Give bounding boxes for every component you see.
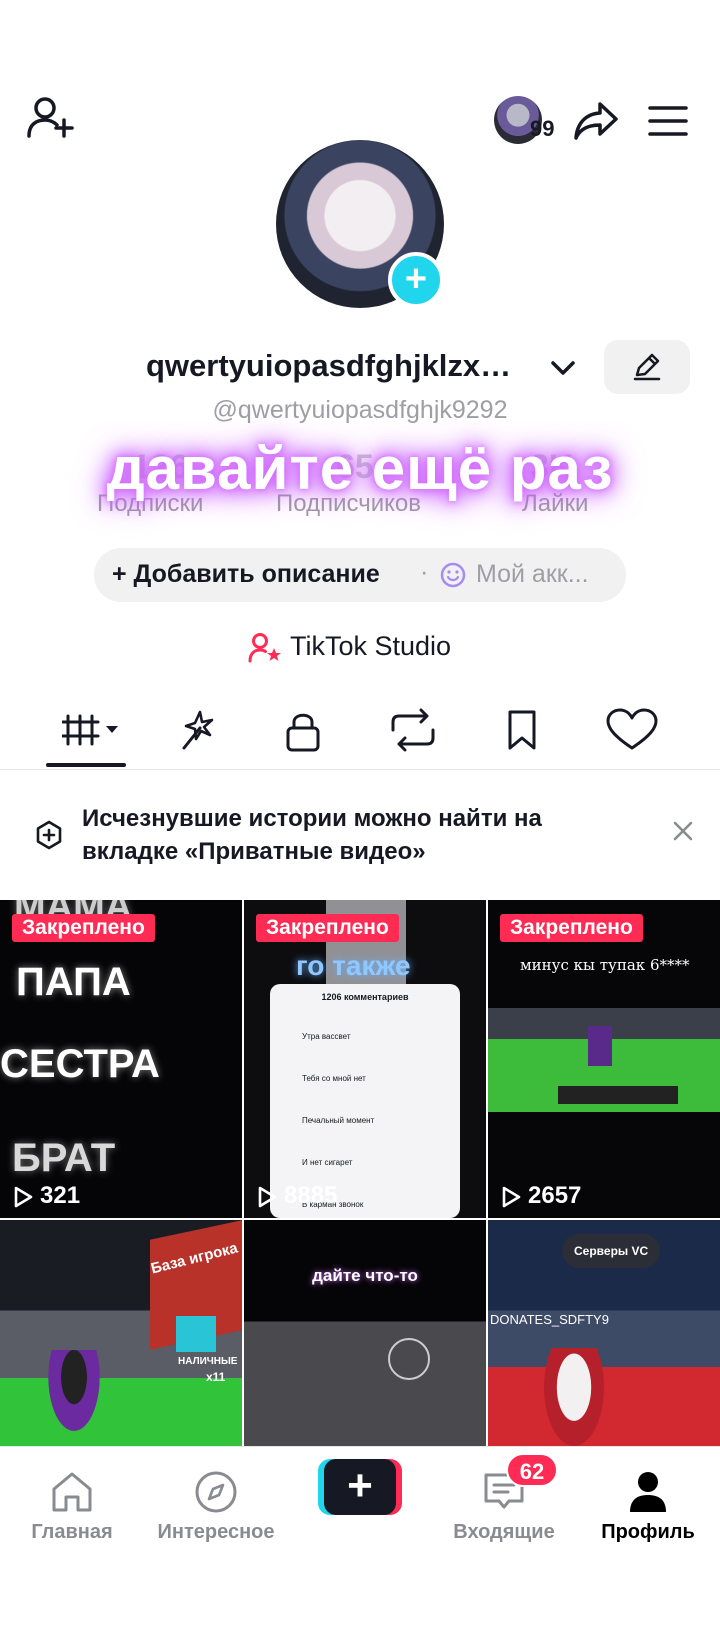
video-grid: МАМА ПАПА СЕСТРА БРАТ Закреплено 321 го … [0,900,720,1446]
chevron-down-icon[interactable] [550,358,576,378]
profile-avatar-container[interactable]: + [276,140,444,308]
handle: @qwertyuiopasdfghjk9292 [212,396,508,424]
view-count-value: 8885 [284,1182,338,1209]
thumb-text: x11 [206,1370,226,1384]
lock-tab-icon[interactable] [274,708,334,752]
game-scene [488,1008,720,1112]
video-thumbnail[interactable]: го также 1206 комментариев Утра вассвет … [244,900,486,1218]
game-character [44,1350,104,1440]
thumb-text: ПАПА [16,960,131,1004]
glowing-caption: давайте ещё раз [106,435,614,502]
video-thumbnail[interactable]: минус кы тупак 6**** Закреплено 2657 [488,900,720,1218]
comment-line: Печальный момент [302,1116,375,1125]
heart-tab-icon[interactable] [602,708,662,752]
add-friend-icon[interactable] [26,96,78,144]
play-icon [14,1186,33,1208]
comments-title: 1206 комментариев [321,992,409,1002]
game-reticle [388,1338,430,1380]
video-thumbnail[interactable]: дайте что-то [244,1220,486,1446]
thumb-text: БРАТ [12,1136,116,1180]
video-thumbnail[interactable]: База игрока НАЛИЧНЫЕ x11 [0,1220,242,1446]
studio-person-star-icon [248,633,281,663]
view-count-value: 321 [40,1182,81,1209]
thumb-text: минус кы тупак 6**** [520,956,690,974]
game-hotbar [558,1086,678,1104]
pinned-badge: Закреплено [500,914,643,942]
private-stories-notice: Исчезнувшие истории можно найти на вклад… [0,790,720,870]
play-icon [502,1186,521,1208]
thumb-text: СЕСТРА [0,1042,160,1086]
play-icon [258,1186,277,1208]
smile-icon [440,562,466,588]
thumb-text: DONATES_SDFTY9 [490,1312,609,1327]
nav-home[interactable]: Главная [22,1461,122,1551]
tiktok-studio-link[interactable]: TikTok Studio [0,628,720,668]
pencil-icon [633,353,661,381]
name-row: qwertyuiopasdfghjklzx… [0,340,720,394]
videos-grid-tab-icon[interactable] [62,708,122,752]
pinned-badge: Закреплено [12,914,155,942]
active-tab-indicator [46,763,126,767]
menu-icon[interactable] [648,104,688,138]
video-thumbnail[interactable]: Серверы VC DONATES_SDFTY9 [488,1220,720,1446]
profile-icon [630,1472,666,1512]
username[interactable]: qwertyuiopasdfghjklzx… [146,348,511,384]
repost-tab-icon[interactable] [383,708,443,752]
sparkle-tab-icon[interactable] [164,708,224,752]
game-character [588,1026,612,1066]
share-icon[interactable] [572,98,620,142]
game-character [544,1348,604,1446]
add-story-icon[interactable]: + [388,252,444,308]
comment-line: Тебя со мной нет [302,1074,366,1083]
bookmark-tab-icon[interactable] [492,708,552,752]
notice-text: Исчезнувшие истории можно найти на вклад… [82,805,542,865]
bio-pill[interactable]: + Добавить описание · Мой акк... [94,548,626,602]
nav-discover-label: Интересное [157,1521,275,1543]
nav-profile-label: Профиль [601,1521,695,1543]
plus-icon: + [324,1459,396,1515]
thumb-text: дайте что-то [312,1266,418,1285]
thumb-text: Серверы VC [562,1234,661,1268]
nav-profile[interactable]: Профиль [590,1461,706,1551]
add-description-button[interactable]: + Добавить описание [112,560,380,589]
view-count-value: 2657 [528,1182,582,1209]
story-plus-icon [36,820,62,850]
close-icon[interactable] [672,820,694,842]
edit-profile-button[interactable] [604,340,690,394]
top-bar: 99 [0,0,720,144]
nav-inbox-label: Входящие [453,1521,555,1543]
nav-discover[interactable]: Интересное [146,1461,286,1551]
studio-label: TikTok Studio [290,631,452,661]
game-item [176,1316,216,1352]
bottom-navigation: Главная Интересное + Входящие 62 Профиль [0,1446,720,1640]
compass-icon [195,1471,237,1513]
comment-line: И нет сигарет [302,1158,353,1167]
home-icon [52,1472,92,1512]
thumb-text: го также [296,950,411,981]
video-thumbnail[interactable]: МАМА ПАПА СЕСТРА БРАТ Закреплено 321 [0,900,242,1218]
thumb-text: НАЛИЧНЫЕ [178,1356,238,1367]
inbox-badge: 62 [506,1453,558,1487]
bio-separator: · [420,558,429,586]
my-account-link[interactable]: Мой акк... [476,560,589,589]
story-count: 99 [530,116,555,141]
create-button[interactable]: + [318,1459,402,1515]
nav-home-label: Главная [31,1521,113,1543]
pinned-badge: Закреплено [256,914,399,942]
comment-line: Утра вассвет [302,1032,351,1041]
content-tabs [0,700,720,770]
